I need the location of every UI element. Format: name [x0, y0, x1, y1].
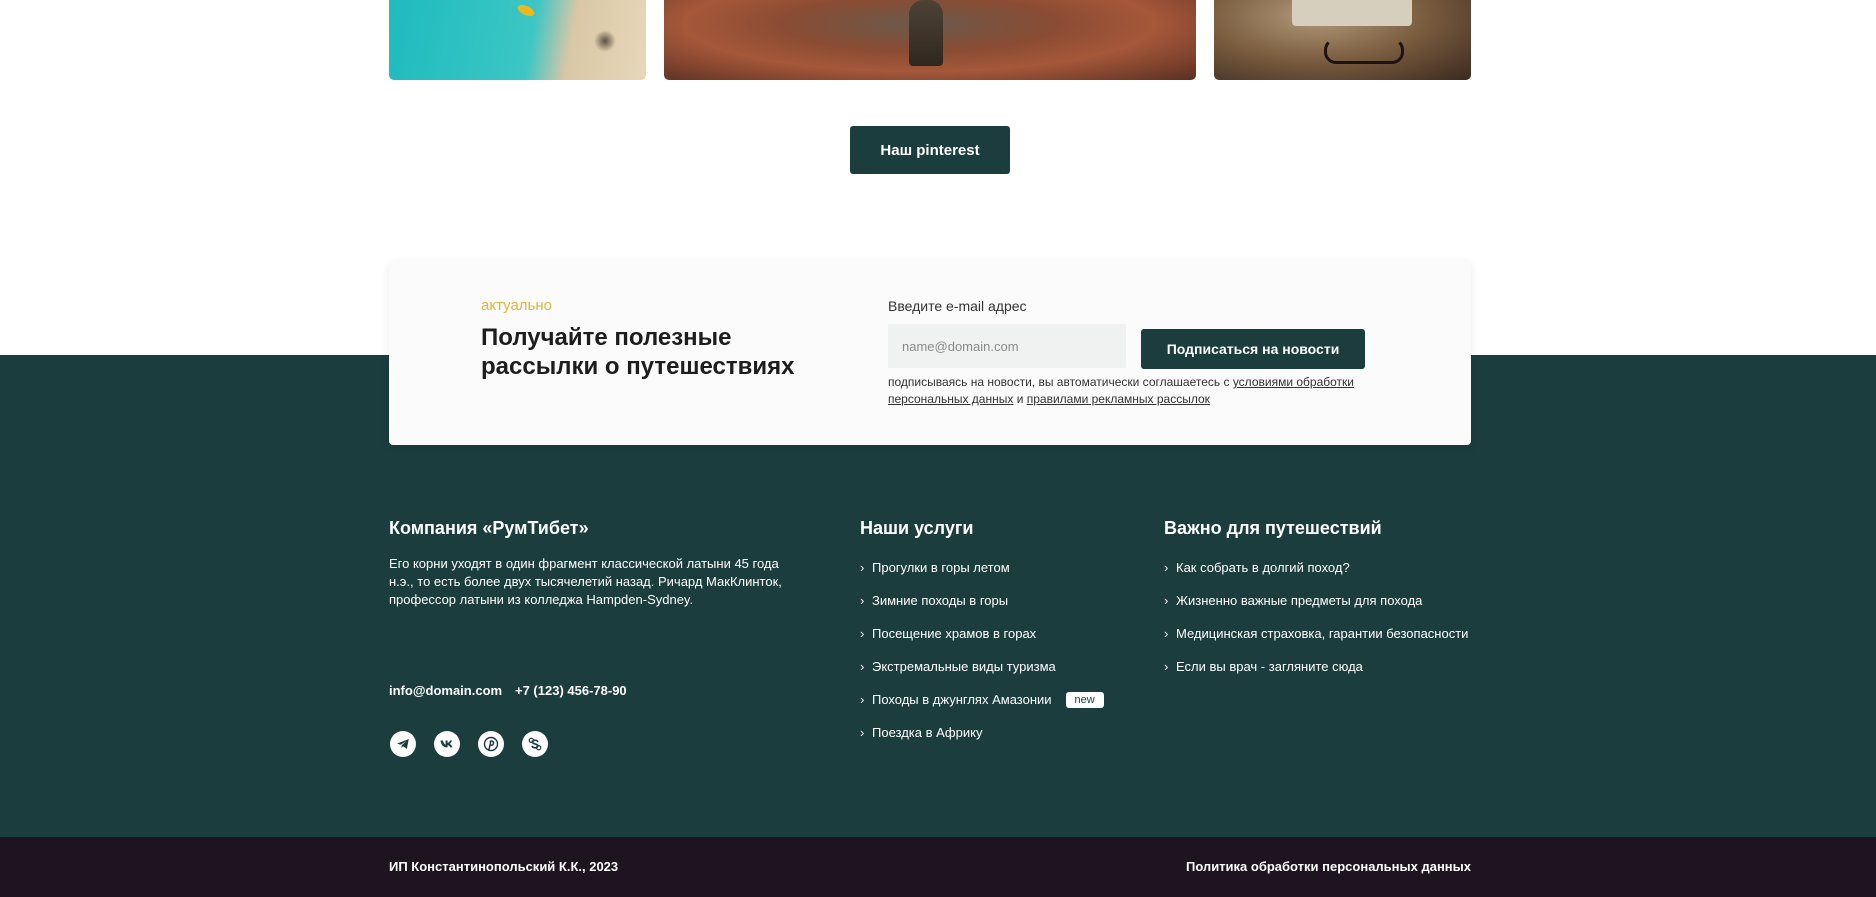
- chevron-right-icon: ›: [1164, 560, 1169, 575]
- contact-phone[interactable]: +7 (123) 456-78-90: [515, 683, 627, 698]
- important-item-label: Медицинская страховка, гарантии безопасн…: [1176, 626, 1469, 641]
- pinterest-icon[interactable]: [478, 731, 504, 757]
- page: Наш pinterest актуально Получайте полезн…: [0, 0, 1876, 897]
- pinterest-gallery: [389, 0, 1471, 80]
- important-item[interactable]: › Медицинская страховка, гарантии безопас…: [1164, 617, 1468, 650]
- chevron-right-icon: ›: [860, 626, 865, 641]
- contact-email[interactable]: info@domain.com: [389, 683, 502, 698]
- services-item-label: Зимние походы в горы: [872, 593, 1009, 608]
- newsletter-card: актуально Получайте полезные рассылки о …: [389, 261, 1471, 445]
- important-item-label: Жизненно важные предметы для похода: [1176, 593, 1423, 608]
- important-item[interactable]: › Жизненно важные предметы для похода: [1164, 584, 1468, 617]
- chevron-right-icon: ›: [1164, 659, 1169, 674]
- gallery-photo-canyon[interactable]: [664, 0, 1196, 80]
- services-item[interactable]: › Посещение храмов в горах: [860, 617, 1104, 650]
- services-list: › Прогулки в горы летом › Зимние походы в …: [860, 551, 1104, 749]
- important-item-label: Как собрать в долгий поход?: [1176, 560, 1350, 575]
- chevron-right-icon: ›: [860, 659, 865, 674]
- chevron-right-icon: ›: [1164, 626, 1169, 641]
- consent-text: подписываясь на новости, вы автоматическ…: [888, 375, 1233, 389]
- services-item-label: Посещение храмов в горах: [872, 626, 1037, 641]
- notebook-shape: [1292, 0, 1412, 26]
- consent-and: и: [1013, 392, 1027, 406]
- bottom-bar: ИП Константинопольский К.К., 2023 Полити…: [0, 837, 1876, 897]
- important-list: › Как собрать в долгий поход? › Жизненно в…: [1164, 551, 1468, 683]
- boat-shape: [515, 2, 537, 19]
- services-item-label: Экстремальные виды туризма: [872, 659, 1056, 674]
- hiker-shape: [909, 0, 943, 66]
- pinterest-button[interactable]: Наш pinterest: [850, 126, 1010, 174]
- services-item[interactable]: › Экстремальные виды туризма: [860, 650, 1104, 683]
- privacy-policy-link[interactable]: Политика обработки персональных данных: [1186, 859, 1471, 874]
- services-item[interactable]: › Зимние походы в горы: [860, 584, 1104, 617]
- services-item-label: Прогулки в горы летом: [872, 560, 1010, 575]
- newsletter-tag: актуально: [481, 297, 552, 314]
- email-input[interactable]: [888, 324, 1126, 368]
- services-item[interactable]: › Походы в джунглях Амазонии new: [860, 683, 1104, 716]
- newsletter-title: Получайте полезные рассылки о путешестви…: [481, 324, 795, 380]
- copyright-text: ИП Константинопольский К.К., 2023: [389, 859, 619, 874]
- gallery-photo-desk[interactable]: [1214, 0, 1471, 80]
- chevron-right-icon: ›: [860, 560, 865, 575]
- company-title: Компания «РумТибет»: [389, 518, 589, 538]
- vk-icon[interactable]: [434, 731, 460, 757]
- chevron-right-icon: ›: [860, 593, 865, 608]
- telegram-icon[interactable]: [390, 731, 416, 757]
- services-item-label: Поездка в Африку: [872, 725, 983, 740]
- subscribe-button[interactable]: Подписаться на новости: [1141, 329, 1365, 369]
- important-item[interactable]: › Если вы врач - загляните сюда: [1164, 650, 1468, 683]
- social-links: [390, 731, 548, 757]
- services-item-label: Походы в джунглях Амазонии: [872, 692, 1052, 707]
- services-item[interactable]: › Прогулки в горы летом: [860, 551, 1104, 584]
- important-item[interactable]: › Как собрать в долгий поход?: [1164, 551, 1468, 584]
- ad-rules-link[interactable]: правилами рекламных рассылок: [1027, 392, 1210, 406]
- email-label: Введите e-mail адрес: [888, 298, 1027, 314]
- services-item[interactable]: › Поездка в Африку: [860, 716, 1104, 749]
- services-title: Наши услуги: [860, 518, 974, 538]
- company-description: Его корни уходят в один фрагмент классич…: [389, 556, 782, 607]
- consent-note: подписываясь на новости, вы автоматическ…: [888, 374, 1368, 408]
- new-badge: new: [1065, 691, 1104, 708]
- chevron-right-icon: ›: [860, 725, 865, 740]
- important-item-label: Если вы врач - загляните сюда: [1176, 659, 1363, 674]
- chevron-right-icon: ›: [860, 692, 865, 707]
- glasses-shape: [1324, 38, 1404, 64]
- important-title: Важно для путешествий: [1164, 518, 1382, 538]
- chevron-right-icon: ›: [1164, 593, 1169, 608]
- palm-shadow-shape: [594, 30, 616, 52]
- skype-icon[interactable]: [522, 731, 548, 757]
- gallery-photo-beach[interactable]: [389, 0, 646, 80]
